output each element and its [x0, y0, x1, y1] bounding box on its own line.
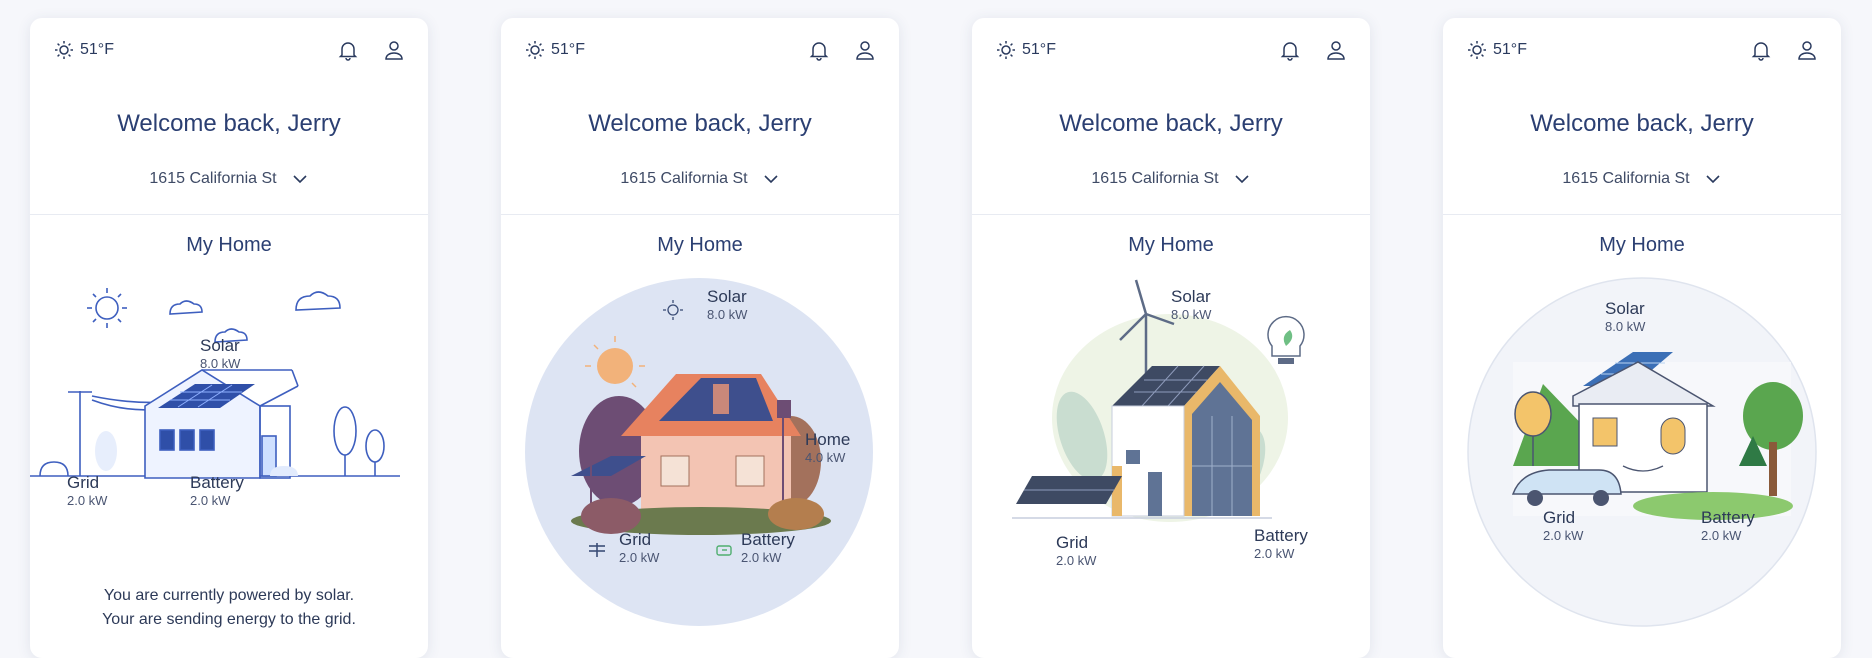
section-title: My Home: [657, 234, 743, 256]
battery-value: 2.0 kW: [1254, 545, 1295, 561]
home-value: 4.0 kW: [805, 449, 846, 465]
solar-label: Solar 8.0 kW: [1171, 287, 1212, 322]
divider: [501, 214, 899, 215]
solar-label-text: Solar: [1171, 287, 1211, 306]
bell-icon[interactable]: [807, 38, 831, 62]
status-line-1: You are currently powered by solar.: [103, 587, 355, 604]
modern-eco-house-illustration: [1012, 279, 1305, 522]
welcome-heading: Welcome back, Jerry: [1530, 110, 1754, 137]
dashboard-card-3: 51°F Welcome back, Jerry 1615 California…: [972, 18, 1370, 658]
weather-temp: 51°F: [551, 41, 585, 58]
weather-widget: 51°F: [996, 40, 1056, 60]
battery-value: 2.0 kW: [1701, 527, 1742, 543]
solar-label-text: Solar: [1605, 299, 1645, 318]
sun-icon: [997, 41, 1015, 59]
sun-icon: [1468, 41, 1486, 59]
grid-value: 2.0 kW: [619, 549, 660, 565]
top-bar: 51°F: [972, 18, 1370, 78]
battery-label: Battery 2.0 kW: [1701, 508, 1755, 543]
section-title: My Home: [1599, 234, 1685, 256]
bell-icon[interactable]: [1749, 38, 1773, 62]
user-icon[interactable]: [1795, 38, 1819, 62]
weather-temp: 51°F: [80, 41, 114, 58]
solar-value: 8.0 kW: [200, 355, 241, 371]
weather-widget: 51°F: [54, 40, 114, 60]
address-selector[interactable]: 1615 California St: [972, 170, 1370, 188]
battery-label-text: Battery: [1254, 526, 1308, 545]
sun-icon: [55, 41, 73, 59]
top-bar: 51°F: [30, 18, 428, 78]
dashboard-card-4: 51°F Welcome back, Jerry 1615 California…: [1443, 18, 1841, 658]
weather-widget: 51°F: [1467, 40, 1527, 60]
battery-label-text: Battery: [190, 473, 244, 492]
battery-label: Battery 2.0 kW: [1254, 526, 1308, 561]
grid-label: Grid 2.0 kW: [1056, 533, 1097, 568]
address-text: 1615 California St: [620, 170, 748, 187]
solar-value: 8.0 kW: [1171, 306, 1212, 322]
chevron-down-icon[interactable]: [762, 170, 780, 188]
solar-label: Solar 8.0 kW: [707, 287, 748, 322]
grid-value: 2.0 kW: [67, 492, 108, 508]
grid-label-text: Grid: [1543, 508, 1576, 527]
dashboard-card-1: 51°F Welcome back, Jerry 1615 California…: [30, 18, 428, 658]
battery-label: Battery 2.0 kW: [190, 473, 244, 508]
grid-label-text: Grid: [67, 473, 100, 492]
grid-value: 2.0 kW: [1543, 527, 1584, 543]
battery-label-text: Battery: [1701, 508, 1755, 527]
status-message: You are currently powered by solar. Your…: [30, 584, 428, 632]
sun-icon: [526, 41, 544, 59]
welcome-heading: Welcome back, Jerry: [588, 110, 812, 137]
address-text: 1615 California St: [149, 170, 277, 187]
top-bar: 51°F: [501, 18, 899, 78]
address-selector[interactable]: 1615 California St: [1443, 170, 1841, 188]
bell-icon[interactable]: [336, 38, 360, 62]
chevron-down-icon[interactable]: [1233, 170, 1251, 188]
welcome-heading: Welcome back, Jerry: [1059, 110, 1283, 137]
chevron-down-icon[interactable]: [291, 170, 309, 188]
battery-label-text: Battery: [741, 530, 795, 549]
solar-label-text: Solar: [707, 287, 747, 306]
grid-label: Grid 2.0 kW: [619, 530, 660, 565]
divider: [1443, 214, 1841, 215]
dashboard-card-2: 51°F Welcome back, Jerry 1615 California…: [501, 18, 899, 658]
grid-label-text: Grid: [619, 530, 652, 549]
grid-label: Grid 2.0 kW: [1543, 508, 1584, 543]
solar-label: Solar 8.0 kW: [1605, 299, 1646, 334]
address-selector[interactable]: 1615 California St: [30, 170, 428, 188]
user-icon[interactable]: [853, 38, 877, 62]
status-line-2: Your are sending energy to the grid.: [102, 611, 356, 628]
section-title: My Home: [1128, 234, 1214, 256]
divider: [972, 214, 1370, 215]
address-text: 1615 California St: [1562, 170, 1690, 187]
address-text: 1615 California St: [1091, 170, 1219, 187]
battery-label: Battery 2.0 kW: [741, 530, 795, 565]
chevron-down-icon[interactable]: [1704, 170, 1722, 188]
grid-label-text: Grid: [1056, 533, 1089, 552]
home-label: Home 4.0 kW: [805, 430, 851, 465]
weather-widget: 51°F: [525, 40, 585, 60]
bell-icon[interactable]: [1278, 38, 1302, 62]
weather-temp: 51°F: [1493, 41, 1527, 58]
address-selector[interactable]: 1615 California St: [501, 170, 899, 188]
section-title: My Home: [186, 234, 272, 256]
battery-value: 2.0 kW: [190, 492, 231, 508]
user-icon[interactable]: [382, 38, 406, 62]
solar-value: 8.0 kW: [1605, 318, 1646, 334]
top-bar: 51°F: [1443, 18, 1841, 78]
grid-label: Grid 2.0 kW: [67, 473, 108, 508]
divider: [30, 214, 428, 215]
battery-value: 2.0 kW: [741, 549, 782, 565]
welcome-heading: Welcome back, Jerry: [117, 110, 341, 137]
home-label-text: Home: [805, 430, 851, 449]
solar-value: 8.0 kW: [707, 306, 748, 322]
solar-label-text: Solar: [200, 336, 240, 355]
solar-label: Solar 8.0 kW: [200, 336, 241, 371]
user-icon[interactable]: [1324, 38, 1348, 62]
grid-value: 2.0 kW: [1056, 552, 1097, 568]
weather-temp: 51°F: [1022, 41, 1056, 58]
